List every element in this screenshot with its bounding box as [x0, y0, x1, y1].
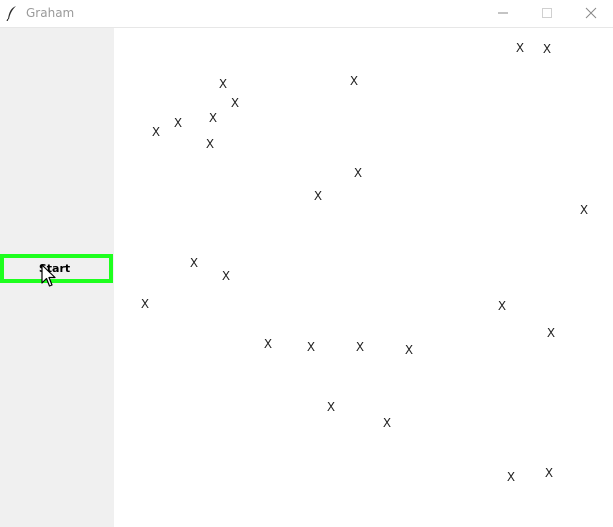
point-marker: X — [313, 189, 323, 203]
point-marker: X — [506, 470, 516, 484]
point-marker: X — [173, 116, 183, 130]
point-marker: X — [382, 416, 392, 430]
point-marker: X — [355, 340, 365, 354]
point-marker: X — [544, 466, 554, 480]
point-marker: X — [218, 77, 228, 91]
point-marker: X — [546, 326, 556, 340]
minimize-button[interactable] — [481, 0, 525, 26]
point-marker: X — [542, 42, 552, 56]
point-marker: X — [349, 74, 359, 88]
point-marker: X — [263, 337, 273, 351]
point-marker: X — [151, 125, 161, 139]
point-marker: X — [140, 297, 150, 311]
point-marker: X — [205, 137, 215, 151]
point-marker: X — [515, 41, 525, 55]
minimize-icon — [497, 4, 509, 23]
point-marker: X — [326, 400, 336, 414]
close-icon — [585, 4, 597, 23]
point-marker: X — [353, 166, 363, 180]
window-title: Graham — [26, 6, 75, 20]
close-button[interactable] — [569, 0, 613, 26]
start-button[interactable]: Start — [0, 254, 113, 283]
point-marker: X — [208, 111, 218, 125]
app-window: Graham Start XXXXXXXXXXXXXXXXXXXXXXXXX — [0, 0, 613, 527]
point-marker: X — [579, 203, 589, 217]
maximize-icon — [541, 4, 553, 23]
point-marker: X — [497, 299, 507, 313]
feather-icon — [5, 5, 19, 22]
point-marker: X — [221, 269, 231, 283]
points-canvas[interactable]: XXXXXXXXXXXXXXXXXXXXXXXXX — [114, 28, 613, 527]
point-marker: X — [189, 256, 199, 270]
point-marker: X — [230, 96, 240, 110]
title-bar[interactable]: Graham — [0, 0, 613, 28]
maximize-button[interactable] — [525, 0, 569, 26]
point-marker: X — [306, 340, 316, 354]
point-marker: X — [404, 343, 414, 357]
